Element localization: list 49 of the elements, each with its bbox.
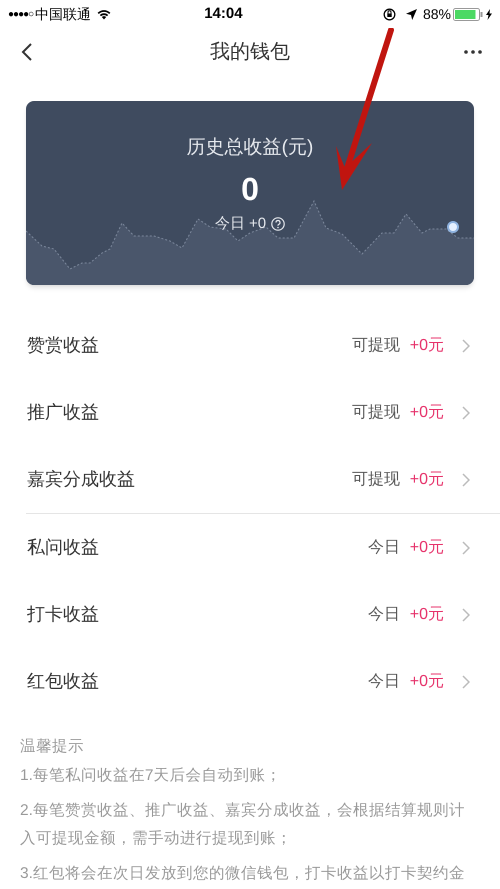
row-amount: +0元 <box>410 538 444 558</box>
battery-icon <box>453 8 483 20</box>
total-earnings-value: 0 <box>241 170 259 208</box>
signal-strength: ●●●●○ <box>8 8 34 22</box>
today-earnings: 今日 +0 <box>214 214 266 234</box>
earnings-row[interactable]: 嘉宾分成收益 可提现 +0元 <box>0 446 500 513</box>
chevron-icon <box>462 608 470 622</box>
chevron-icon <box>462 472 470 486</box>
row-status: 可提现 <box>352 402 400 422</box>
row-amount: +0元 <box>410 672 444 692</box>
row-status: 今日 <box>368 672 400 692</box>
chevron-icon <box>462 406 470 420</box>
row-amount: +0元 <box>410 336 444 356</box>
row-label: 嘉宾分成收益 <box>27 468 135 491</box>
row-status: 可提现 <box>352 470 400 490</box>
earnings-row[interactable]: 打卡收益 今日 +0元 <box>0 581 500 648</box>
more-button[interactable] <box>462 47 484 57</box>
row-status: 今日 <box>368 538 400 558</box>
row-label: 打卡收益 <box>27 603 99 626</box>
row-status: 可提现 <box>352 336 400 356</box>
chevron-icon <box>462 674 470 688</box>
row-label: 私问收益 <box>27 536 99 559</box>
chevron-icon <box>462 540 470 554</box>
page-title: 我的钱包 <box>210 40 290 65</box>
rotation-lock-icon <box>382 8 396 20</box>
earnings-row[interactable]: 红包收益 今日 +0元 <box>0 648 500 715</box>
tip-text: 1.每笔私问收益在7天后会自动到账； <box>20 766 283 786</box>
tip-text: 2.每笔赞赏收益、推广收益、嘉宾分成收益，会根据结算规则计入可提现金额，需手动进行提现到账； <box>20 801 466 849</box>
tip-text: 3.红包将会在次日发放到您的微信钱包，打卡收益以打卡契约金 <box>20 864 466 884</box>
row-amount: +0元 <box>410 470 444 490</box>
carrier-name: 中国联通 <box>35 4 92 24</box>
location-arrow-icon <box>406 8 417 20</box>
row-status: 今日 <box>368 604 400 624</box>
chevron-icon <box>462 338 470 352</box>
total-earnings-label: 历史总收益(元) <box>186 136 314 160</box>
row-label: 推广收益 <box>27 401 99 424</box>
wifi-icon <box>97 8 112 20</box>
clock-time: 14:04 <box>204 4 243 24</box>
row-amount: +0元 <box>410 402 444 422</box>
battery-percent: 88% <box>422 4 451 24</box>
earnings-row[interactable]: 赞赏收益 可提现 +0元 <box>0 312 500 379</box>
tips-title: 温馨提示 <box>20 737 85 757</box>
earnings-row[interactable]: 推广收益 可提现 +0元 <box>0 379 500 446</box>
earnings-row[interactable]: 私问收益 今日 +0元 <box>0 514 500 581</box>
charging-bolt-icon <box>486 8 492 20</box>
row-amount: +0元 <box>410 604 444 624</box>
help-icon[interactable] <box>271 216 286 231</box>
row-label: 赞赏收益 <box>27 334 99 357</box>
row-label: 红包收益 <box>27 670 99 693</box>
